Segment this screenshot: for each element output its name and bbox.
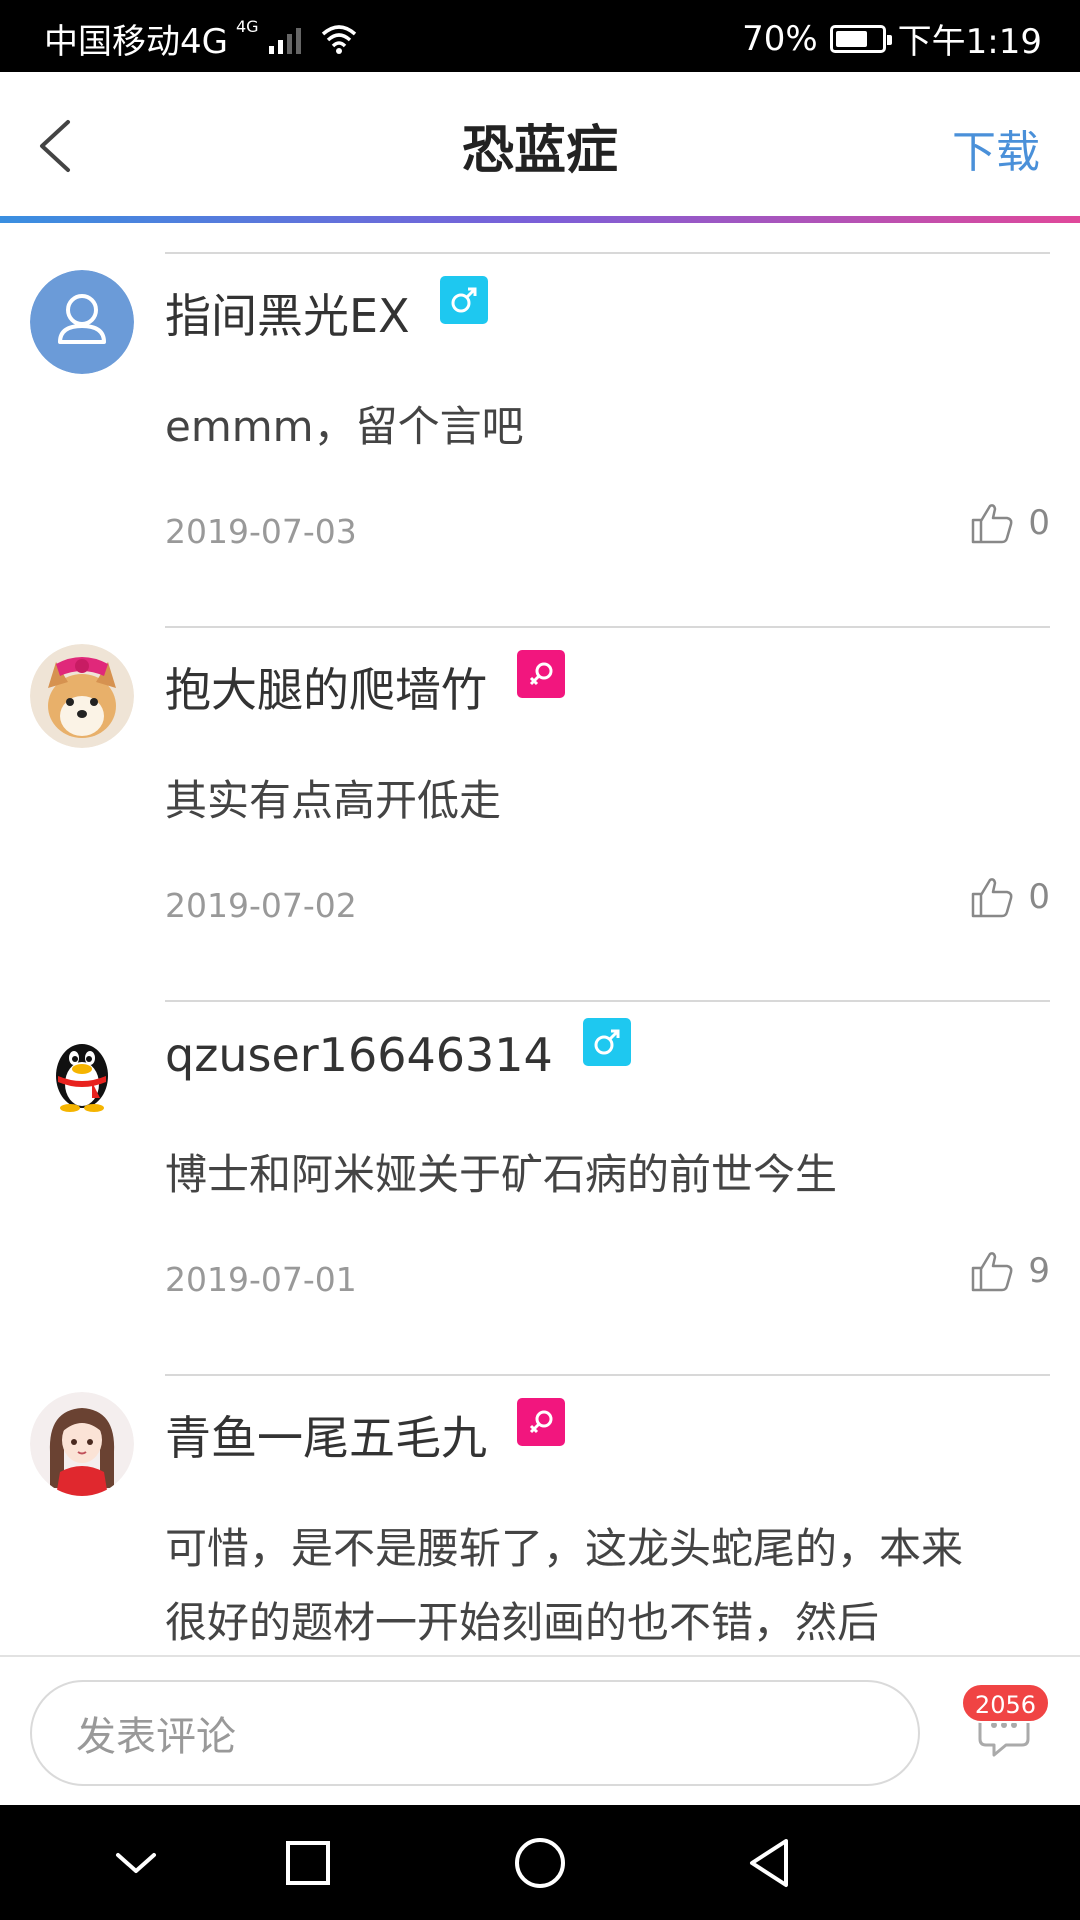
comment-item: 青鱼一尾五毛九 可惜，是不是腰斩了，这龙头蛇尾的，本来很好的题材一开始刻画的也不… — [0, 1376, 1080, 1655]
thumbs-up-icon — [972, 878, 1013, 918]
status-right: 70% 下午1:19 — [742, 14, 1042, 63]
battery-percent: 70% — [742, 18, 818, 59]
comment-header: 青鱼一尾五毛九 — [165, 1398, 565, 1468]
comment-date: 2019-07-02 — [165, 886, 357, 925]
recent-apps-icon[interactable] — [280, 1835, 336, 1891]
comment-input[interactable]: 发表评论 — [30, 1680, 920, 1786]
wifi-icon — [321, 24, 356, 54]
shiba-dog-avatar[interactable] — [30, 644, 134, 748]
comment-header: qzuser16646314 — [165, 1018, 631, 1082]
download-button[interactable]: 下载 — [952, 116, 1040, 180]
like-button[interactable]: 0 — [970, 502, 1050, 544]
male-icon — [439, 276, 488, 324]
page-title: 恐蓝症 — [461, 121, 618, 181]
comment-list[interactable]: 指间黑光EX emmm，留个言吧 2019-07-03 0 抱大腿的爬墙竹 其实… — [0, 223, 1080, 1655]
female-icon — [517, 1398, 565, 1446]
comment-text: emmm，留个言吧 — [165, 402, 524, 451]
like-count: 0 — [1028, 503, 1050, 543]
battery-level — [835, 30, 867, 47]
comment-text: 其实有点高开低走 — [165, 776, 502, 825]
comment-text: 可惜，是不是腰斩了，这龙头蛇尾的，本来很好的题材一开始刻画的也不错，然后 — [165, 1524, 964, 1647]
chevron-down-icon[interactable] — [108, 1835, 164, 1891]
username[interactable]: qzuser16646314 — [165, 1028, 553, 1082]
comment-item: 抱大腿的爬墙竹 其实有点高开低走 2019-07-02 0 — [0, 628, 1080, 1002]
comment-item: 指间黑光EX emmm，留个言吧 2019-07-03 0 — [0, 254, 1080, 628]
like-count: 0 — [1028, 877, 1050, 917]
signal-icon — [268, 24, 301, 54]
comment-text: 博士和阿米娅关于矿石病的前世今生 — [165, 1150, 838, 1199]
qq-penguin-avatar[interactable] — [30, 1018, 134, 1122]
like-button[interactable]: 0 — [970, 876, 1050, 918]
username[interactable]: 指间黑光EX — [165, 280, 410, 346]
header-gradient-divider — [0, 216, 1080, 223]
status-left: 中国移动4G 4G — [44, 14, 357, 63]
username[interactable]: 青鱼一尾五毛九 — [165, 1402, 487, 1468]
home-icon[interactable] — [512, 1835, 568, 1891]
carrier-label: 中国移动4G — [44, 22, 228, 62]
battery-icon — [829, 24, 892, 53]
clock: 下午1:19 — [897, 22, 1042, 62]
comment-date: 2019-07-03 — [165, 512, 357, 551]
default-user-avatar[interactable] — [30, 270, 134, 374]
comment-count-badge: 2056 — [960, 1683, 1050, 1723]
thumbs-up-icon — [972, 1252, 1013, 1292]
app-header: 恐蓝症 下载 — [0, 72, 1080, 216]
comment-header: 指间黑光EX — [165, 276, 488, 346]
network-badge: 4G — [235, 17, 259, 36]
thumbs-up-icon — [972, 504, 1013, 544]
comment-date: 2019-07-01 — [165, 1260, 357, 1299]
comment-item: qzuser16646314 博士和阿米娅关于矿石病的前世今生 2019-07-… — [0, 1002, 1080, 1376]
female-icon — [517, 650, 565, 698]
like-button[interactable]: 9 — [970, 1250, 1050, 1292]
anime-girl-avatar[interactable] — [30, 1392, 134, 1496]
username[interactable]: 抱大腿的爬墙竹 — [165, 654, 487, 720]
comment-header: 抱大腿的爬墙竹 — [165, 650, 565, 720]
like-count: 9 — [1028, 1251, 1050, 1291]
back-triangle-icon[interactable] — [742, 1835, 798, 1891]
system-nav-bar — [0, 1805, 1080, 1920]
comment-input-bar: 发表评论 2056 — [0, 1655, 1080, 1805]
male-icon — [582, 1018, 631, 1066]
status-bar: 中国移动4G 4G 70% 下午1:19 — [0, 0, 1080, 72]
